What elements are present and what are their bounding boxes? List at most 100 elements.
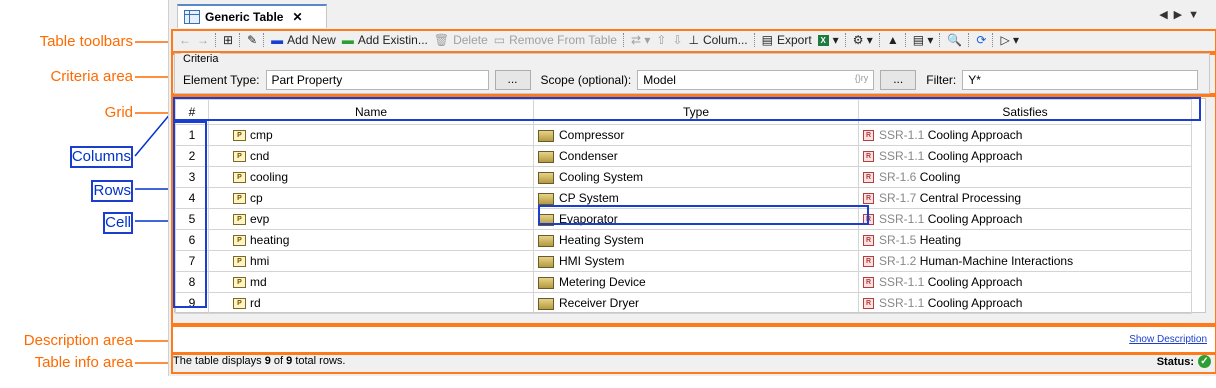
name-cell[interactable]: Pcnd	[208, 145, 534, 167]
move-down-icon[interactable]: ⇩	[672, 33, 682, 47]
tree-icon[interactable]: ⊞	[223, 33, 233, 47]
type-cell[interactable]: Heating System	[533, 229, 859, 251]
edit-icon[interactable]: ✎	[247, 33, 257, 47]
requirement-icon: R	[863, 256, 874, 268]
close-icon[interactable]: ✕	[292, 10, 302, 24]
annotation-rows: Rows	[91, 180, 133, 202]
type-cell[interactable]: Condenser	[533, 145, 859, 167]
columns-icon: ⊥	[688, 33, 699, 47]
excel-icon[interactable]: X ▾	[817, 33, 839, 47]
name-cell[interactable]: Pevp	[208, 208, 534, 230]
remove-from-table-button[interactable]: ▭ Remove From Table	[494, 33, 617, 47]
table-row[interactable]: 2 Pcnd Condenser R SSR-1.1 Cooling Approach	[175, 145, 1192, 167]
delete-button[interactable]: 🗑 Delete	[434, 33, 488, 47]
collapse-icon[interactable]: ▲	[887, 33, 899, 47]
satisfies-cell[interactable]: R SSR-1.1 Cooling Approach	[858, 271, 1192, 293]
tab-strip: Generic Table ✕ ◀▶▼	[169, 0, 1216, 29]
refresh-icon[interactable]: ⟳	[976, 33, 986, 47]
requirement-name: Human-Machine Interactions	[919, 254, 1074, 268]
name-cell[interactable]: Pheating	[208, 229, 534, 251]
type-cell[interactable]: Metering Device	[533, 271, 859, 293]
satisfies-cell[interactable]: R SSR-1.1 Cooling Approach	[858, 208, 1192, 230]
type-value: Metering Device	[559, 275, 646, 289]
type-value: Compressor	[559, 128, 625, 142]
type-value: Receiver Dryer	[559, 296, 640, 310]
export-label: Export	[776, 33, 812, 47]
name-value: rd	[250, 296, 261, 310]
satisfies-cell[interactable]: R SR-1.7 Central Processing	[858, 187, 1192, 209]
name-cell[interactable]: Pcooling	[208, 166, 534, 188]
delete-icon: 🗑	[433, 33, 450, 47]
remove-label: Remove From Table	[509, 33, 617, 47]
requirement-name: Cooling Approach	[927, 275, 1023, 289]
scope-label: Scope (optional):	[540, 73, 632, 87]
tab-generic-table[interactable]: Generic Table ✕	[177, 4, 327, 28]
toolbar-separator	[215, 33, 217, 47]
part-property-icon: P	[233, 193, 246, 205]
scope-field[interactable]: Model {}ry	[637, 70, 875, 90]
layout-icon[interactable]: ▤ ▾	[913, 33, 934, 47]
forward-icon[interactable]: →	[197, 33, 209, 47]
satisfies-cell[interactable]: R SR-1.2 Human-Machine Interactions	[858, 250, 1192, 272]
requirement-id: SSR-1.1	[879, 212, 925, 226]
satisfies-cell[interactable]: R SSR-1.1 Cooling Approach	[858, 124, 1192, 146]
info-suffix: total rows.	[292, 355, 346, 367]
back-icon[interactable]: ←	[179, 33, 191, 47]
table-row[interactable]: 8 Pmd Metering Device R SSR-1.1 Cooling Appr…	[175, 271, 1192, 293]
name-cell[interactable]: Prd	[208, 292, 534, 314]
satisfies-cell[interactable]: R SR-1.6 Cooling	[858, 166, 1192, 188]
part-property-icon: P	[233, 151, 246, 163]
annotation-cell: Cell	[103, 212, 133, 234]
table-row[interactable]: 7 Phmi HMI System R SR-1.2 Human-Machine Int…	[175, 250, 1192, 272]
table-row[interactable]: 6 Pheating Heating System R SR-1.5 Heating	[175, 229, 1192, 251]
type-cell[interactable]: Cooling System	[533, 166, 859, 188]
move-up-icon[interactable]: ⇧	[656, 33, 666, 47]
type-value: Condenser	[559, 149, 618, 163]
toolbar-separator	[878, 33, 881, 47]
satisfies-cell[interactable]: R SSR-1.1 Cooling Approach	[858, 292, 1192, 314]
name-cell[interactable]: Pcmp	[208, 124, 534, 146]
element-type-browse-button[interactable]: ...	[494, 70, 531, 90]
criteria-title: Criteria	[181, 53, 221, 65]
block-icon	[538, 276, 554, 289]
filter-field[interactable]: Y*	[962, 70, 1199, 90]
part-property-icon: P	[233, 214, 246, 226]
annotation-table-info-area: Table info area	[34, 354, 133, 371]
gear-icon[interactable]: ⚙ ▾	[853, 33, 873, 47]
satisfies-cell[interactable]: R SSR-1.1 Cooling Approach	[858, 145, 1192, 167]
export-button[interactable]: ▤ Export	[762, 33, 812, 47]
type-cell[interactable]: Compressor	[533, 124, 859, 146]
name-cell[interactable]: Phmi	[208, 250, 534, 272]
table-row[interactable]: 1 Pcmp Compressor R SSR-1.1 Cooling Approach	[175, 124, 1192, 146]
name-cell[interactable]: Pcp	[208, 187, 534, 209]
search-icon[interactable]: 🔍	[947, 33, 962, 47]
name-cell[interactable]: Pmd	[208, 271, 534, 293]
table-row[interactable]: 3 Pcooling Cooling System R SR-1.6 Cooling	[175, 166, 1192, 188]
name-value: cp	[250, 191, 263, 205]
annotation-grid: Grid	[104, 104, 133, 121]
toolbar-separator	[968, 33, 970, 47]
name-value: cnd	[250, 149, 270, 163]
requirement-icon: R	[863, 193, 874, 205]
info-prefix: The table displays	[173, 355, 265, 367]
block-icon	[538, 150, 554, 163]
add-existing-button[interactable]: ▬ Add Existin...	[342, 33, 428, 47]
description-area: Show Description	[173, 327, 1215, 352]
element-type-field[interactable]: Part Property	[265, 70, 489, 90]
more-icon[interactable]: ▷ ▾	[1000, 33, 1019, 47]
block-icon	[538, 297, 554, 310]
type-cell[interactable]: Receiver Dryer	[533, 292, 859, 314]
tab-navigation-icons[interactable]: ◀▶▼	[1159, 8, 1205, 21]
requirement-id: SSR-1.1	[879, 128, 925, 142]
columns-button[interactable]: ⊥ Colum...	[689, 33, 748, 47]
scope-browse-button[interactable]: ...	[880, 70, 917, 90]
type-cell[interactable]: HMI System	[533, 250, 859, 272]
table-icon	[184, 10, 200, 24]
show-description-link[interactable]: Show Description	[1129, 334, 1207, 345]
add-new-button[interactable]: ▬ Add New	[271, 33, 336, 47]
part-property-icon: P	[233, 235, 246, 247]
move-icon[interactable]: ⇄ ▾	[631, 33, 650, 47]
toolbar-separator	[263, 33, 265, 47]
table-row[interactable]: 9 Prd Receiver Dryer R SSR-1.1 Cooling Appro…	[175, 292, 1192, 314]
satisfies-cell[interactable]: R SR-1.5 Heating	[858, 229, 1192, 251]
